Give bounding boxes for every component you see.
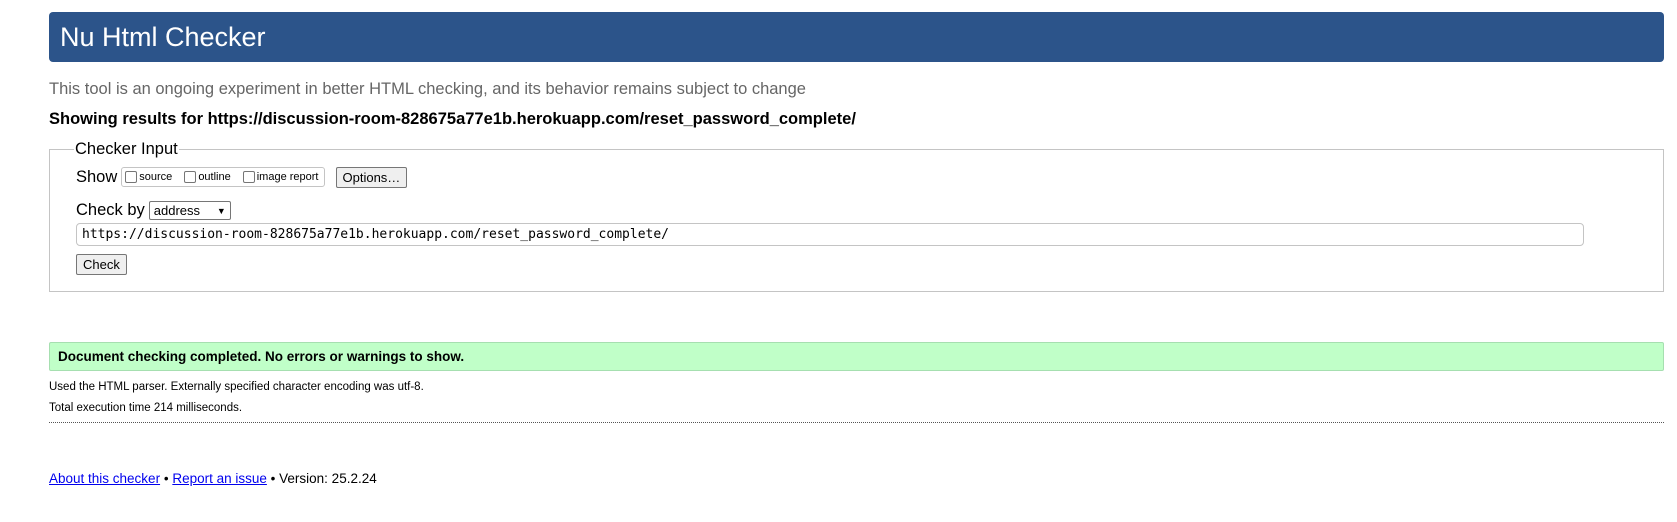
result-details: Used the HTML parser. Externally specifi… (49, 377, 1664, 419)
image-report-checkbox[interactable] (242, 171, 255, 183)
outline-checkbox[interactable] (184, 171, 197, 183)
show-outline-option[interactable]: outline (184, 171, 231, 183)
title-bar: Nu Html Checker (49, 12, 1664, 62)
options-button[interactable]: Options… (335, 166, 408, 188)
footer-separator: • (270, 471, 276, 486)
outline-checkbox-label[interactable]: outline (198, 171, 230, 183)
divider (49, 422, 1664, 423)
image-report-checkbox-label[interactable]: image report (257, 171, 319, 183)
checker-input-legend: Checker Input (75, 140, 178, 158)
show-row: Show source outline image report Options… (76, 164, 1663, 190)
about-link[interactable]: About this checker (49, 471, 160, 486)
check-by-label: Check by (76, 201, 145, 219)
show-label: Show (76, 167, 118, 186)
page-title: Nu Html Checker (60, 21, 266, 52)
report-issue-link[interactable]: Report an issue (172, 471, 267, 486)
results-for-heading: Showing results for https://discussion-r… (49, 110, 856, 128)
show-options-group: source outline image report (121, 167, 325, 187)
version-text: Version: 25.2.24 (279, 471, 377, 486)
checker-input-fieldset: Checker Input Show source outline image … (49, 140, 1664, 292)
footer: About this checker • Report an issue • V… (49, 471, 1664, 486)
subtitle: This tool is an ongoing experiment in be… (49, 80, 806, 98)
url-input[interactable]: https://discussion-room-828675a77e1b.her… (76, 223, 1584, 246)
check-by-row: Check by address ▼ (76, 201, 1663, 220)
footer-separator: • (163, 471, 169, 486)
check-by-selected-value: address (153, 203, 201, 218)
chevron-down-icon: ▼ (216, 205, 226, 216)
parser-info: Used the HTML parser. Externally specifi… (49, 381, 424, 393)
check-button[interactable]: Check (76, 254, 127, 275)
success-message: Document checking completed. No errors o… (49, 342, 1664, 371)
page: Nu Html Checker This tool is an ongoing … (49, 12, 1664, 486)
show-image-report-option[interactable]: image report (242, 171, 319, 183)
source-checkbox-label[interactable]: source (139, 171, 172, 183)
source-checkbox[interactable] (125, 171, 138, 183)
check-by-select[interactable]: address ▼ (148, 201, 231, 220)
show-source-option[interactable]: source (125, 171, 172, 183)
execution-time: Total execution time 214 milliseconds. (49, 402, 243, 414)
